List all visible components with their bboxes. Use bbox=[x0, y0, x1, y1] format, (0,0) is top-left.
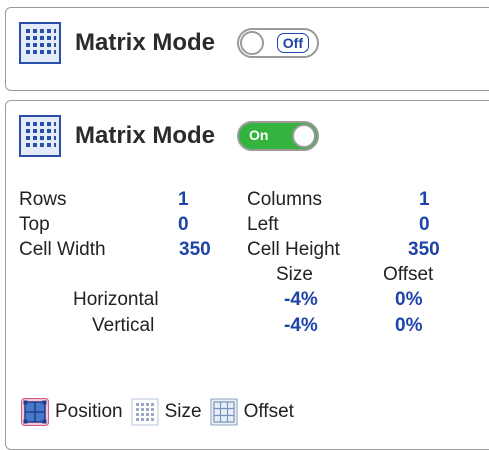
toggle-knob bbox=[292, 124, 317, 148]
vertical-label: Vertical bbox=[92, 315, 155, 336]
size-mode-label[interactable]: Size bbox=[165, 401, 202, 423]
matrix-mode-title: Matrix Mode bbox=[75, 122, 216, 149]
rows-label: Rows bbox=[19, 189, 67, 210]
matrix-mode-toggle-on[interactable]: On bbox=[237, 121, 320, 151]
horizontal-offset-value[interactable]: 0% bbox=[395, 289, 422, 311]
matrix-grid-icon bbox=[19, 115, 61, 157]
vertical-size-value[interactable]: -4% bbox=[284, 315, 318, 337]
mode-selector: Position Size Offset bbox=[21, 398, 302, 426]
cell-height-value[interactable]: 350 bbox=[408, 239, 440, 261]
size-header: Size bbox=[276, 264, 313, 285]
toggle-label-off: Off bbox=[276, 33, 310, 53]
toggle-knob bbox=[240, 31, 265, 55]
position-grid-icon[interactable] bbox=[21, 398, 49, 426]
rows-value[interactable]: 1 bbox=[178, 189, 189, 211]
horizontal-size-value[interactable]: -4% bbox=[284, 289, 318, 311]
top-value[interactable]: 0 bbox=[178, 214, 189, 236]
cell-width-label: Cell Width bbox=[19, 239, 106, 260]
vertical-offset-value[interactable]: 0% bbox=[395, 315, 422, 337]
columns-value[interactable]: 1 bbox=[419, 189, 430, 211]
columns-label: Columns bbox=[247, 189, 322, 210]
matrix-mode-toggle-off[interactable]: Off bbox=[237, 28, 320, 58]
horizontal-label: Horizontal bbox=[73, 289, 159, 310]
offset-header: Offset bbox=[383, 264, 434, 285]
matrix-mode-header-off: Matrix Mode Off bbox=[19, 22, 320, 64]
top-label: Top bbox=[19, 214, 50, 235]
matrix-mode-panel-on: Matrix Mode On Rows 1 Columns 1 Top 0 Le… bbox=[5, 100, 489, 450]
offset-mode-label[interactable]: Offset bbox=[244, 401, 294, 423]
matrix-mode-header-on: Matrix Mode On bbox=[19, 115, 320, 157]
cell-height-label: Cell Height bbox=[247, 239, 340, 260]
offset-grid-icon[interactable] bbox=[210, 398, 238, 426]
cell-width-value[interactable]: 350 bbox=[179, 239, 211, 261]
position-mode-label[interactable]: Position bbox=[55, 401, 123, 423]
matrix-grid-icon bbox=[19, 22, 61, 64]
size-grid-icon[interactable] bbox=[131, 398, 159, 426]
left-label: Left bbox=[247, 214, 279, 235]
matrix-mode-title: Matrix Mode bbox=[75, 29, 216, 56]
matrix-mode-panel-off: Matrix Mode Off bbox=[5, 7, 489, 91]
left-value[interactable]: 0 bbox=[419, 214, 430, 236]
toggle-label-on: On bbox=[249, 127, 269, 143]
